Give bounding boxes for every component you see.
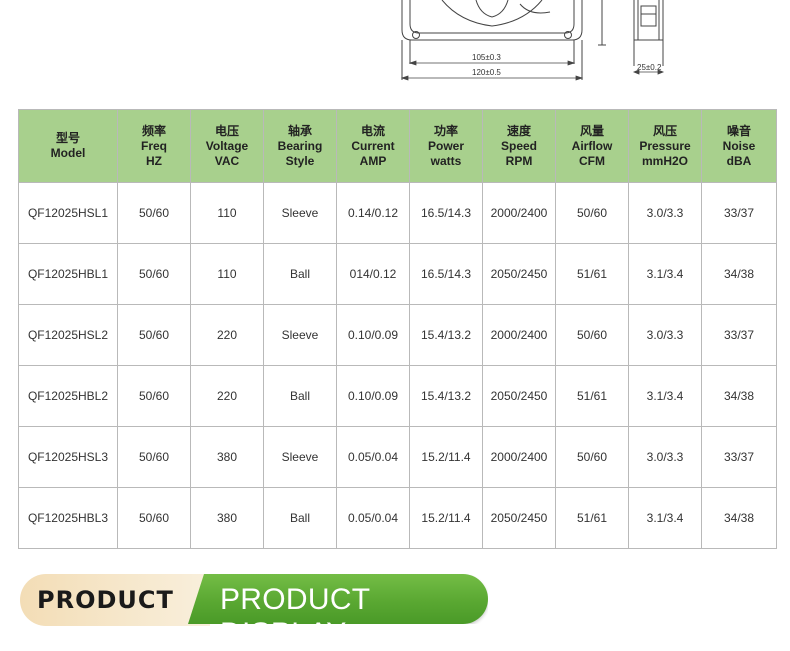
product-display-banner: PRODUCT PRODUCT DISPLAY: [20, 574, 490, 626]
cell-model: QF12025HBL1: [18, 243, 118, 305]
cell-current: 0.14/0.12: [336, 182, 410, 244]
cell-freq: 50/60: [117, 304, 191, 366]
cell-power: 16.5/14.3: [409, 182, 483, 244]
cell-pressure: 3.1/3.4: [628, 487, 702, 549]
cell-model: QF12025HSL1: [18, 182, 118, 244]
cell-bearing: Ball: [263, 487, 337, 549]
banner-right-panel: PRODUCT DISPLAY: [188, 574, 488, 624]
cell-speed: 2050/2450: [482, 487, 556, 549]
cell-voltage: 220: [190, 304, 264, 366]
table-row: QF12025HBL3 50/60 380 Ball 0.05/0.04 15.…: [18, 487, 777, 549]
cell-freq: 50/60: [117, 182, 191, 244]
cell-pressure: 3.0/3.3: [628, 426, 702, 488]
table-row: QF12025HSL1 50/60 110 Sleeve 0.14/0.12 1…: [18, 182, 777, 244]
cell-voltage: 380: [190, 426, 264, 488]
header-freq: 频率 Freq HZ: [117, 109, 191, 183]
cell-pressure: 3.0/3.3: [628, 182, 702, 244]
cell-airflow: 50/60: [555, 426, 629, 488]
cell-power: 15.2/11.4: [409, 426, 483, 488]
cell-freq: 50/60: [117, 365, 191, 427]
cell-power: 15.2/11.4: [409, 487, 483, 549]
cell-speed: 2000/2400: [482, 182, 556, 244]
dim-inner-label: 105±0.3: [472, 53, 501, 62]
table-row: QF12025HSL3 50/60 380 Sleeve 0.05/0.04 1…: [18, 426, 777, 488]
cell-current: 0.10/0.09: [336, 304, 410, 366]
cell-current: 0.05/0.04: [336, 487, 410, 549]
cell-model: QF12025HSL3: [18, 426, 118, 488]
banner-left-panel: PRODUCT: [20, 574, 210, 626]
cell-freq: 50/60: [117, 243, 191, 305]
cell-voltage: 220: [190, 365, 264, 427]
cell-pressure: 3.1/3.4: [628, 365, 702, 427]
table-row: QF12025HBL1 50/60 110 Ball 014/0.12 16.5…: [18, 243, 777, 305]
cell-bearing: Ball: [263, 243, 337, 305]
cell-bearing: Sleeve: [263, 304, 337, 366]
cell-airflow: 50/60: [555, 304, 629, 366]
header-model: 型号 Model: [18, 109, 118, 183]
cell-noise: 34/38: [701, 365, 777, 427]
table-header-row: 型号 Model 频率 Freq HZ 电压 Voltage VAC 轴承 Bearing S…: [18, 109, 777, 183]
cell-noise: 33/37: [701, 426, 777, 488]
cell-current: 0.10/0.09: [336, 365, 410, 427]
banner-left-text: PRODUCT: [37, 586, 174, 614]
cell-pressure: 3.1/3.4: [628, 243, 702, 305]
fan-spec-table: 型号 Model 频率 Freq HZ 电压 Voltage VAC 轴承 Bearing S…: [18, 109, 777, 549]
header-noise: 噪音 Noise dBA: [701, 109, 777, 183]
cell-speed: 2000/2400: [482, 304, 556, 366]
cell-speed: 2000/2400: [482, 426, 556, 488]
cell-voltage: 110: [190, 182, 264, 244]
cell-pressure: 3.0/3.3: [628, 304, 702, 366]
cell-speed: 2050/2450: [482, 243, 556, 305]
cell-speed: 2050/2450: [482, 365, 556, 427]
header-current: 电流 Current AMP: [336, 109, 410, 183]
table-row: QF12025HBL2 50/60 220 Ball 0.10/0.09 15.…: [18, 365, 777, 427]
cell-airflow: 51/61: [555, 243, 629, 305]
fan-dimension-drawing: 105±0.3 120±0.5 25±0.2: [400, 0, 665, 81]
cell-voltage: 380: [190, 487, 264, 549]
cell-airflow: 50/60: [555, 182, 629, 244]
header-airflow: 风量 Airflow CFM: [555, 109, 629, 183]
cell-model: QF12025HBL3: [18, 487, 118, 549]
header-voltage: 电压 Voltage VAC: [190, 109, 264, 183]
dim-depth-label: 25±0.2: [637, 63, 662, 72]
cell-noise: 33/37: [701, 304, 777, 366]
cell-freq: 50/60: [117, 426, 191, 488]
cell-power: 15.4/13.2: [409, 304, 483, 366]
cell-airflow: 51/61: [555, 487, 629, 549]
header-power: 功率 Power watts: [409, 109, 483, 183]
cell-power: 15.4/13.2: [409, 365, 483, 427]
cell-bearing: Sleeve: [263, 182, 337, 244]
cell-noise: 33/37: [701, 182, 777, 244]
cell-airflow: 51/61: [555, 365, 629, 427]
cell-bearing: Ball: [263, 365, 337, 427]
table-row: QF12025HSL2 50/60 220 Sleeve 0.10/0.09 1…: [18, 304, 777, 366]
cell-freq: 50/60: [117, 487, 191, 549]
header-bearing: 轴承 Bearing Style: [263, 109, 337, 183]
cell-bearing: Sleeve: [263, 426, 337, 488]
dim-outer-label: 120±0.5: [472, 68, 501, 77]
cell-current: 0.05/0.04: [336, 426, 410, 488]
header-speed: 速度 Speed RPM: [482, 109, 556, 183]
cell-voltage: 110: [190, 243, 264, 305]
cell-noise: 34/38: [701, 487, 777, 549]
cell-noise: 34/38: [701, 243, 777, 305]
cell-model: QF12025HSL2: [18, 304, 118, 366]
cell-power: 16.5/14.3: [409, 243, 483, 305]
cell-current: 014/0.12: [336, 243, 410, 305]
cell-model: QF12025HBL2: [18, 365, 118, 427]
header-pressure: 风压 Pressure mmH2O: [628, 109, 702, 183]
